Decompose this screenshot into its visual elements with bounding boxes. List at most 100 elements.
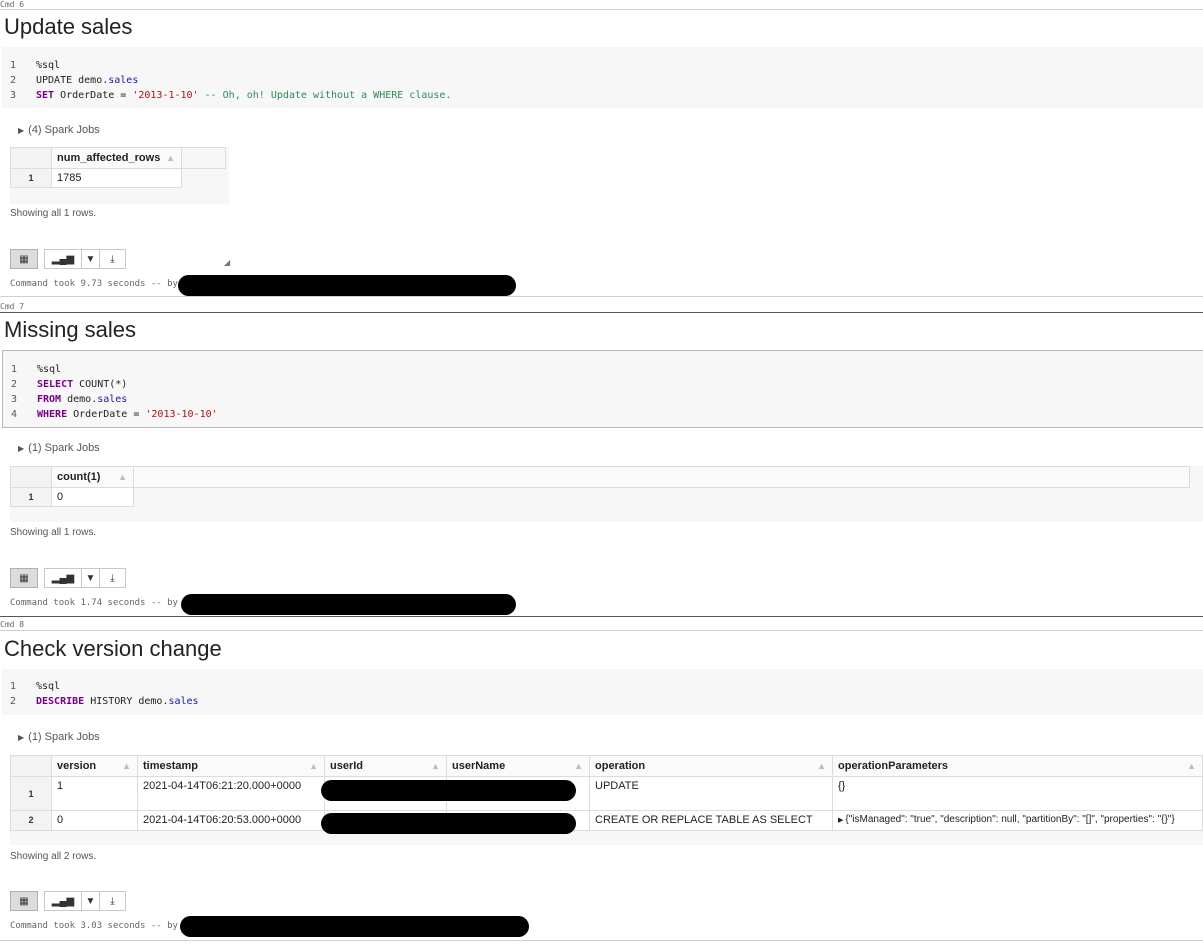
row-count: Showing all 1 rows. xyxy=(10,208,97,219)
cell-title: Check version change xyxy=(4,636,222,661)
spark-jobs-toggle[interactable]: ▶ (1) Spark Jobs xyxy=(18,731,100,743)
triangle-right-icon[interactable]: ▶ xyxy=(838,817,843,824)
column-header-operation[interactable]: operation ▲ xyxy=(589,755,833,777)
result-table: version ▲ timestamp ▲ userId ▲ userName ▲ op… xyxy=(10,755,1203,831)
table-cell: 2021-04-14T06:20:53.000+0000 xyxy=(137,810,325,831)
spark-jobs-toggle[interactable]: ▶ (4) Spark Jobs xyxy=(18,124,100,136)
code-line: 1 %sql xyxy=(11,364,62,375)
cmd-label: Cmd 8 xyxy=(0,620,25,629)
table-icon: ▦ xyxy=(19,573,29,584)
download-button[interactable]: ⤓ xyxy=(99,891,126,911)
code-editor[interactable]: 1 %sql 2 DESCRIBE HISTORY demo.sales xyxy=(2,669,1203,715)
chart-view-button[interactable]: ▂▄▆ xyxy=(44,568,82,588)
redacted-user xyxy=(181,594,516,615)
row-number: 2 xyxy=(10,810,52,831)
column-header-version[interactable]: version ▲ xyxy=(51,755,138,777)
sort-icon[interactable]: ▲ xyxy=(118,468,127,487)
row-number: 1 xyxy=(10,168,52,188)
table-row: 1 1785 xyxy=(10,168,226,188)
cell-divider xyxy=(0,940,1203,941)
code-line: 2 UPDATE demo.sales xyxy=(10,75,139,86)
redacted-user xyxy=(180,916,529,937)
column-header-userid[interactable]: userId ▲ xyxy=(324,755,447,777)
table-cell: 0 xyxy=(51,810,138,831)
sort-icon[interactable]: ▲ xyxy=(166,149,175,168)
download-button[interactable]: ⤓ xyxy=(99,568,126,588)
column-header-timestamp[interactable]: timestamp ▲ xyxy=(137,755,325,777)
bar-chart-icon: ▂▄▆ xyxy=(51,573,75,584)
command-timing: Command took 1.74 seconds -- by xyxy=(10,598,178,608)
code-line: 2 SELECT COUNT(*) xyxy=(11,379,128,390)
download-button[interactable]: ⤓ xyxy=(99,249,126,269)
table-cell: 1785 xyxy=(51,168,182,188)
sort-icon[interactable]: ▲ xyxy=(309,757,318,776)
code-line: 3 FROM demo.sales xyxy=(11,394,128,405)
table-row: 2 0 2021-04-14T06:20:53.000+0000 CREATE … xyxy=(10,810,1203,831)
sort-icon[interactable]: ▲ xyxy=(431,757,440,776)
triangle-right-icon: ▶ xyxy=(18,126,25,135)
chevron-down-icon: ▼ xyxy=(85,254,96,265)
cell-title: Missing sales xyxy=(4,317,137,342)
table-row: 1 0 xyxy=(10,487,1190,507)
cell-divider xyxy=(0,630,1203,631)
command-timing: Command took 9.73 seconds -- by xyxy=(10,279,178,289)
table-row: 1 1 2021-04-14T06:21:20.000+0000 UPDATE … xyxy=(10,776,1203,811)
code-line: 1 %sql xyxy=(10,60,61,71)
table-view-button[interactable]: ▦ xyxy=(10,891,38,911)
table-view-button[interactable]: ▦ xyxy=(10,249,38,269)
cell-divider xyxy=(0,616,1203,617)
spark-jobs-toggle[interactable]: ▶ (1) Spark Jobs xyxy=(18,442,100,454)
chart-options-dropdown[interactable]: ▼ xyxy=(81,568,100,588)
table-cell: UPDATE xyxy=(589,776,833,811)
table-cell-expandable[interactable]: ▶ {"isManaged": "true", "description": nu… xyxy=(832,810,1203,831)
column-header[interactable]: num_affected_rows ▲ xyxy=(51,147,182,169)
download-icon: ⤓ xyxy=(110,254,115,265)
table-icon: ▦ xyxy=(19,896,29,907)
table-cell: 2021-04-14T06:21:20.000+0000 xyxy=(137,776,325,811)
table-cell: 0 xyxy=(51,487,134,507)
resize-handle[interactable]: ◢ xyxy=(224,258,230,267)
row-count: Showing all 2 rows. xyxy=(10,851,97,862)
chart-options-dropdown[interactable]: ▼ xyxy=(81,891,100,911)
code-editor[interactable]: 1 %sql 2 SELECT COUNT(*) 3 FROM demo.sales … xyxy=(2,350,1203,428)
cell-divider xyxy=(0,296,1203,297)
chevron-down-icon: ▼ xyxy=(85,896,96,907)
command-timing: Command took 3.03 seconds -- by xyxy=(10,921,178,931)
table-icon: ▦ xyxy=(19,254,29,265)
bar-chart-icon: ▂▄▆ xyxy=(51,254,75,265)
table-view-button[interactable]: ▦ xyxy=(10,568,38,588)
table-cell: {} xyxy=(832,776,1203,811)
sort-icon[interactable]: ▲ xyxy=(1187,757,1196,776)
cell-title: Update sales xyxy=(4,14,133,39)
table-cell: CREATE OR REPLACE TABLE AS SELECT xyxy=(589,810,833,831)
chevron-down-icon: ▼ xyxy=(85,573,96,584)
sort-icon[interactable]: ▲ xyxy=(122,757,131,776)
result-table: num_affected_rows ▲ 1 1785 xyxy=(10,147,226,188)
sort-icon[interactable]: ▲ xyxy=(817,757,826,776)
column-spacer xyxy=(181,147,226,169)
column-header-operation-parameters[interactable]: operationParameters ▲ xyxy=(832,755,1203,777)
code-line: 1 %sql xyxy=(10,681,61,692)
triangle-right-icon: ▶ xyxy=(18,444,25,453)
code-line: 2 DESCRIBE HISTORY demo.sales xyxy=(10,696,199,707)
row-number-header xyxy=(10,466,52,488)
row-number: 1 xyxy=(10,776,52,811)
bar-chart-icon: ▂▄▆ xyxy=(51,896,75,907)
cmd-label: Cmd 6 xyxy=(0,0,25,9)
row-count: Showing all 1 rows. xyxy=(10,527,97,538)
chart-view-button[interactable]: ▂▄▆ xyxy=(44,249,82,269)
column-header[interactable]: count(1) ▲ xyxy=(51,466,134,488)
download-icon: ⤓ xyxy=(110,573,115,584)
chart-options-dropdown[interactable]: ▼ xyxy=(81,249,100,269)
cmd-label: Cmd 7 xyxy=(0,302,25,311)
chart-view-button[interactable]: ▂▄▆ xyxy=(44,891,82,911)
sort-icon[interactable]: ▲ xyxy=(574,757,583,776)
column-header-username[interactable]: userName ▲ xyxy=(446,755,590,777)
redacted-user xyxy=(178,275,516,296)
triangle-right-icon: ▶ xyxy=(18,733,25,742)
code-line: 4 WHERE OrderDate = '2013-10-10' xyxy=(11,409,218,420)
redacted-user xyxy=(321,813,576,834)
column-spacer xyxy=(133,466,1190,488)
code-editor[interactable]: 1 %sql 2 UPDATE demo.sales 3 SET OrderDate … xyxy=(2,47,1203,108)
download-icon: ⤓ xyxy=(110,896,115,907)
